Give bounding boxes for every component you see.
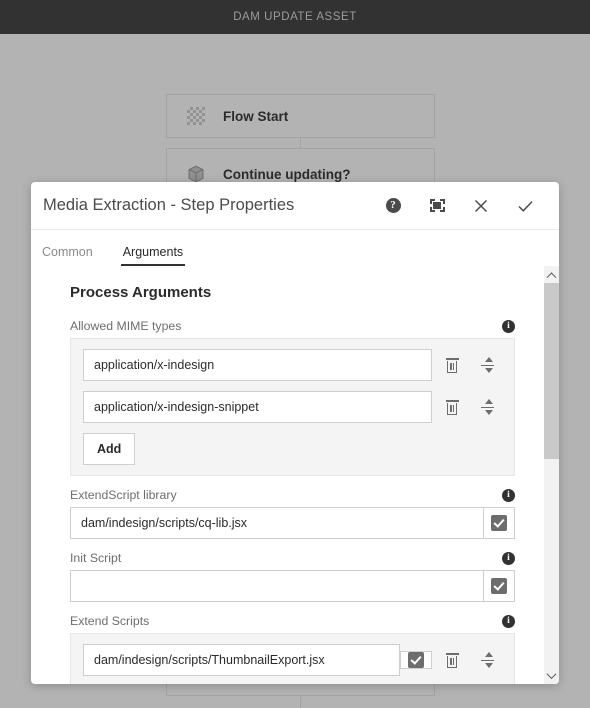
field-allowed-mime-types: Allowed MIME types i application/x-indes… — [70, 319, 515, 476]
extend-script-input[interactable] — [83, 644, 400, 676]
package-icon — [187, 165, 205, 183]
field-label: Init Script — [70, 551, 122, 565]
drag-handle-icon[interactable] — [472, 645, 502, 675]
delete-icon[interactable] — [437, 645, 467, 675]
init-script-checkbox[interactable] — [483, 570, 515, 602]
field-label: Allowed MIME types — [70, 319, 182, 333]
multifield-row — [83, 644, 502, 676]
check-icon — [408, 652, 424, 668]
check-icon — [491, 578, 507, 594]
workflow-node-label: Flow Start — [223, 108, 289, 124]
workflow-node-flow-start[interactable]: Flow Start — [166, 94, 435, 138]
extend-scripts-multifield — [70, 633, 515, 684]
extendscript-library-control — [70, 507, 515, 539]
screen-root: DAM UPDATE ASSET Flow Start Continue upd… — [0, 0, 590, 708]
mime-type-input[interactable] — [83, 391, 432, 423]
tab-common[interactable]: Common — [42, 245, 93, 266]
scroll-down-icon[interactable] — [544, 667, 559, 684]
mime-type-input[interactable] — [83, 349, 432, 381]
tab-arguments[interactable]: Arguments — [120, 245, 186, 266]
app-header-bar: DAM UPDATE ASSET — [0, 0, 590, 34]
field-label-row: Allowed MIME types i — [70, 319, 515, 333]
help-icon[interactable]: ? — [371, 186, 415, 226]
check-icon — [491, 515, 507, 531]
fullscreen-icon[interactable] — [415, 186, 459, 226]
field-extend-scripts: Extend Scripts i — [70, 614, 515, 684]
field-init-script: Init Script i — [70, 551, 515, 602]
multifield-add-row: Add — [83, 433, 502, 465]
field-label: Extend Scripts — [70, 614, 150, 628]
close-icon[interactable] — [459, 186, 503, 226]
field-extendscript-library: ExtendScript library i — [70, 488, 515, 539]
dialog-header: Media Extraction - Step Properties ? — [31, 182, 559, 230]
info-icon[interactable]: i — [502, 488, 515, 502]
field-label-row: ExtendScript library i — [70, 488, 515, 502]
dialog-tabs: Common Arguments — [31, 230, 559, 266]
app-title: DAM UPDATE ASSET — [233, 11, 357, 23]
mime-types-multifield: Add — [70, 338, 515, 476]
extendscript-library-checkbox[interactable] — [483, 507, 515, 539]
multifield-row — [83, 391, 502, 423]
delete-icon[interactable] — [437, 392, 467, 422]
add-button[interactable]: Add — [83, 433, 136, 465]
scrollbar-thumb[interactable] — [544, 283, 559, 459]
scroll-up-icon[interactable] — [544, 266, 559, 283]
dialog-header-actions: ? — [371, 186, 547, 226]
dialog-body: Process Arguments Allowed MIME types i a… — [31, 266, 559, 684]
delete-icon[interactable] — [437, 350, 467, 380]
info-icon[interactable]: i — [502, 614, 515, 628]
dialog-title: Media Extraction - Step Properties — [43, 196, 295, 214]
info-icon[interactable]: i — [502, 551, 515, 565]
init-script-control — [70, 570, 515, 602]
drag-handle-icon[interactable] — [472, 392, 502, 422]
info-icon[interactable]: i — [502, 319, 515, 333]
field-label-row: Extend Scripts i — [70, 614, 515, 628]
step-properties-dialog: Media Extraction - Step Properties ? Com… — [31, 182, 559, 684]
workflow-node-label: Continue updating? — [223, 166, 351, 182]
multifield-row — [83, 349, 502, 381]
extend-script-checkbox[interactable] — [400, 651, 432, 669]
init-script-input[interactable] — [70, 570, 483, 602]
field-label: ExtendScript library — [70, 488, 177, 502]
extendscript-library-input[interactable] — [70, 507, 483, 539]
drag-handle-icon[interactable] — [472, 350, 502, 380]
checkerboard-icon — [187, 107, 205, 125]
workflow-connector — [300, 696, 301, 708]
field-label-row: Init Script i — [70, 551, 515, 565]
confirm-icon[interactable] — [503, 186, 547, 226]
section-title: Process Arguments — [70, 284, 212, 301]
dialog-scrollbar[interactable] — [544, 266, 559, 684]
